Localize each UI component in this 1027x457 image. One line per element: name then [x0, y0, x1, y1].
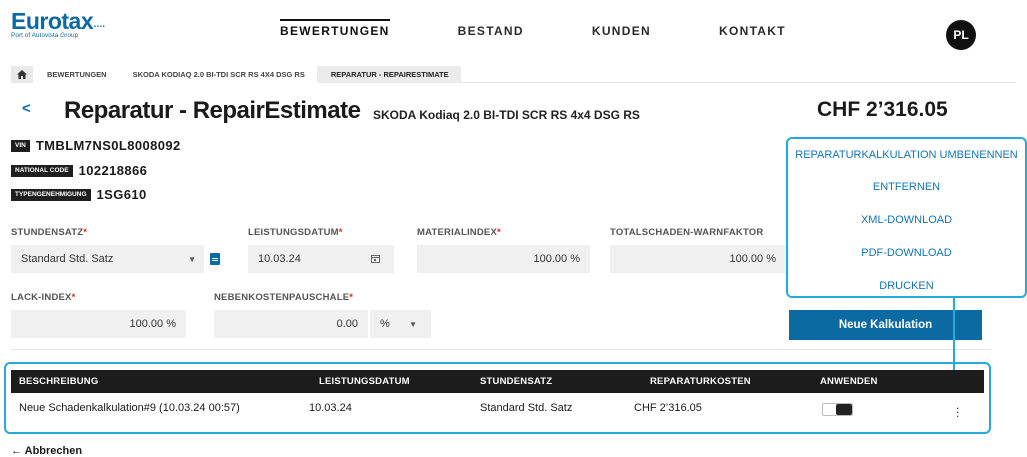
cell-stundensatz: Standard Std. Satz — [480, 402, 573, 414]
vin-value: TMBLM7NS0L8008092 — [35, 138, 181, 153]
stundensatz-select[interactable]: Standard Std. Satz ▼ — [11, 245, 204, 273]
national-code-tag: NATIONAL CODE — [11, 164, 73, 177]
logo-dots: .... — [93, 14, 106, 30]
nebenkosten-unit-value: % — [380, 318, 390, 330]
stundensatz-label: STUNDENSATZ* — [11, 227, 88, 238]
kebab-menu-icon[interactable]: ... — [956, 399, 959, 419]
breadcrumb: BEWERTUNGEN SKODA KODIAQ 2.0 BI-TDI SCR … — [11, 65, 1016, 83]
user-avatar[interactable]: PL — [946, 20, 976, 50]
lackindex-label: LACK-INDEX* — [11, 292, 76, 303]
totalschaden-label: TOTALSCHADEN-WARNFAKTOR — [610, 227, 764, 238]
nav-item-kunden[interactable]: KUNDEN — [592, 24, 651, 38]
chevron-down-icon: ▼ — [188, 254, 196, 264]
context-menu: REPARATURKALKULATION UMBENENNEN ENTFERNE… — [786, 137, 1027, 298]
cell-beschreibung: Neue Schadenkalkulation#9 (10.03.24 00:5… — [19, 402, 240, 414]
document-icon[interactable] — [210, 253, 220, 265]
stundensatz-value: Standard Std. Satz — [21, 253, 114, 265]
materialindex-input[interactable]: 100.00 % — [417, 245, 590, 273]
logo-text: Eurotax — [11, 8, 94, 34]
page-subtitle: SKODA Kodiaq 2.0 BI-TDI SCR RS 4x4 DSG R… — [373, 108, 640, 122]
menu-item-xml-download[interactable]: XML-DOWNLOAD — [788, 214, 1025, 226]
cancel-link[interactable]: ← Abbrechen — [11, 445, 82, 457]
chevron-down-icon: ▼ — [409, 319, 417, 329]
lackindex-value: 100.00 % — [129, 318, 176, 330]
breadcrumb-item-bewertungen[interactable]: BEWERTUNGEN — [33, 65, 119, 83]
totalschaden-input[interactable]: 100.00 % — [610, 245, 786, 273]
nebenkosten-unit-select[interactable]: % ▼ — [370, 310, 431, 338]
breadcrumb-item-current: REPARATUR - REPAIRESTIMATE — [316, 65, 461, 83]
menu-item-print[interactable]: DRUCKEN — [788, 280, 1025, 292]
lackindex-input[interactable]: 100.00 % — [11, 310, 186, 338]
nebenkosten-value: 0.00 — [336, 318, 358, 330]
page-title: Reparatur - RepairEstimate — [64, 97, 361, 124]
vin-tag: VIN — [11, 139, 30, 152]
menu-item-pdf-download[interactable]: PDF-DOWNLOAD — [788, 247, 1025, 259]
cell-reparaturkosten: CHF 2’316.05 — [634, 402, 702, 414]
apply-toggle[interactable] — [822, 403, 853, 416]
materialindex-label: MATERIALINDEX* — [417, 227, 501, 238]
national-code-value: 102218866 — [78, 163, 148, 178]
calculations-table: BESCHREIBUNG LEISTUNGSDATUM STUNDENSATZ … — [4, 362, 991, 434]
column-header-reparaturkosten[interactable]: REPARATURKOSTEN — [650, 376, 751, 387]
main-nav: BEWERTUNGEN BESTAND KUNDEN KONTAKT — [280, 19, 854, 38]
total-amount: CHF 2’316.05 — [817, 98, 948, 121]
nav-item-bestand[interactable]: BESTAND — [458, 24, 524, 38]
table-row[interactable]: Neue Schadenkalkulation#9 (10.03.24 00:5… — [11, 393, 984, 423]
leistungsdatum-value: 10.03.24 — [258, 253, 301, 265]
column-header-stundensatz[interactable]: STUNDENSATZ — [480, 376, 552, 387]
back-button[interactable]: < — [22, 100, 31, 117]
nebenkosten-input[interactable]: 0.00 — [214, 310, 368, 338]
calendar-icon[interactable] — [371, 254, 380, 265]
breadcrumb-item-vehicle[interactable]: SKODA KODIAQ 2.0 BI-TDI SCR RS 4X4 DSG R… — [118, 65, 317, 83]
section-divider — [11, 349, 991, 350]
column-header-anwenden: ANWENDEN — [820, 376, 878, 387]
toggle-knob — [836, 404, 852, 415]
totalschaden-value: 100.00 % — [729, 253, 776, 265]
home-icon[interactable] — [11, 65, 33, 83]
leistungsdatum-input[interactable]: 10.03.24 — [248, 245, 394, 273]
nav-item-kontakt[interactable]: KONTAKT — [719, 24, 786, 38]
vin-row: VIN TMBLM7NS0L8008092 — [11, 138, 181, 153]
nav-item-bewertungen[interactable]: BEWERTUNGEN — [280, 19, 390, 38]
column-header-leistungsdatum[interactable]: LEISTUNGSDATUM — [319, 376, 410, 387]
eurotax-logo[interactable]: Eurotax.... Port of Autovista Group — [11, 8, 106, 39]
leistungsdatum-label: LEISTUNGSDATUM* — [248, 227, 343, 238]
table-header: BESCHREIBUNG LEISTUNGSDATUM STUNDENSATZ … — [11, 370, 984, 393]
column-header-beschreibung[interactable]: BESCHREIBUNG — [19, 376, 98, 387]
type-approval-value: 1SG610 — [96, 187, 147, 202]
type-approval-row: TYPENGENEHMIGUNG 1SG610 — [11, 187, 147, 202]
type-approval-tag: TYPENGENEHMIGUNG — [11, 188, 91, 201]
menu-item-remove[interactable]: ENTFERNEN — [788, 181, 1025, 193]
materialindex-value: 100.00 % — [533, 253, 580, 265]
menu-item-rename[interactable]: REPARATURKALKULATION UMBENENNEN — [788, 149, 1025, 161]
national-code-row: NATIONAL CODE 102218866 — [11, 163, 147, 178]
nebenkosten-label: NEBENKOSTENPAUSCHALE* — [214, 292, 354, 303]
cell-leistungsdatum: 10.03.24 — [309, 402, 352, 414]
